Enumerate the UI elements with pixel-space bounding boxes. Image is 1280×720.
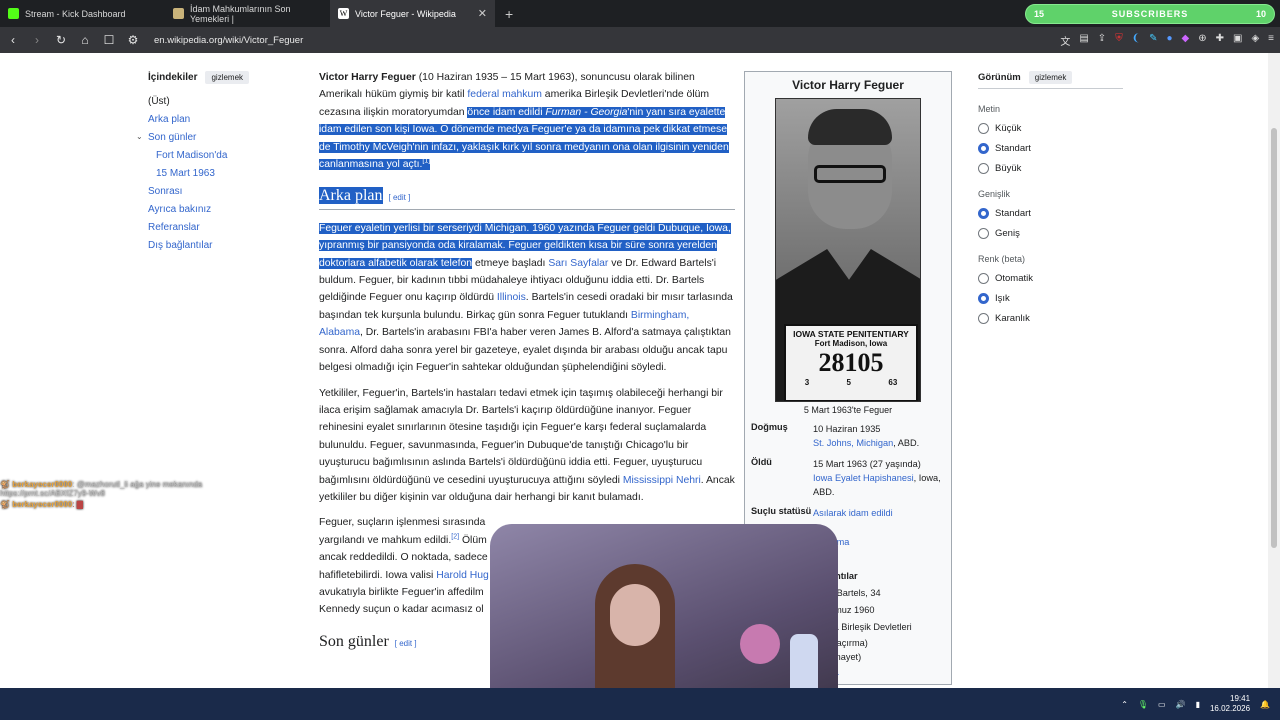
toc-item-arka-plan[interactable]: Arka plan	[148, 114, 298, 125]
scrollbar-thumb[interactable]	[1271, 128, 1277, 548]
toc-item-sonrasi[interactable]: Sonrası	[148, 186, 298, 197]
extension-icon[interactable]: ◆	[1182, 33, 1190, 48]
heading-arka-plan: Arka plan[ edit ]	[319, 187, 735, 210]
radio-icon	[978, 163, 989, 174]
color-dark[interactable]: Karanlık	[978, 313, 1123, 324]
chat-message: 🐒 berkayecer0000: @mazhorutl_li ağa yine…	[0, 480, 203, 498]
tab-idam[interactable]: İdam Mahkumlarının Son Yemekleri |	[165, 0, 330, 27]
extensions: 文 ▤ ⇪ ⛨ ❨ ✎ ● ◆ ⊕ ✚ ▣ ◈ ≡	[1060, 33, 1274, 48]
infobox-row-died: Öldü 15 Mart 1963 (27 yaşında) Iowa Eyalet…	[751, 457, 941, 497]
toc-item-top[interactable]: (Üst)	[148, 96, 298, 107]
link-illinois[interactable]: Illinois	[497, 292, 526, 303]
link-sari-sayfalar[interactable]: Sarı Sayfalar	[548, 258, 608, 269]
sidebar-icon[interactable]: ▣	[1233, 33, 1242, 48]
radio-icon	[978, 228, 989, 239]
menu-icon[interactable]: ≡	[1268, 33, 1274, 48]
link-federal-mahkum[interactable]: federal mahkum	[467, 89, 542, 100]
stream-chat-overlay: 🐒 berkayecer0000: @mazhorutl_li ağa yine…	[0, 480, 240, 511]
reader-icon[interactable]: ▤	[1079, 33, 1088, 48]
extension-icon[interactable]: ❨	[1132, 33, 1140, 48]
toc-item-15-mart[interactable]: 15 Mart 1963	[148, 168, 298, 179]
close-tab-icon[interactable]: ✕	[478, 7, 487, 20]
address-bar: ‹ › ↻ ⌂ ☐ ⚙ en.wikipedia.org/wiki/Victor…	[0, 27, 1280, 53]
site-info-icon[interactable]: ⚙	[126, 33, 140, 47]
network-icon[interactable]: ▭	[1158, 700, 1166, 709]
subscribers-goal-bar: 15 SUBSCRIBERS 10	[1025, 4, 1275, 24]
infobox-row-status: Suçlu statüsü Asılarak idam edildi	[751, 506, 893, 518]
page-icon	[173, 8, 184, 19]
toc-hide-button[interactable]: gizlemek	[205, 71, 250, 84]
link-mississippi[interactable]: Mississippi Nehri	[623, 475, 701, 486]
back-icon[interactable]: ‹	[6, 33, 20, 47]
translate-icon[interactable]: 文	[1060, 33, 1070, 48]
url-input[interactable]: en.wikipedia.org/wiki/Victor_Feguer	[154, 35, 303, 46]
forward-icon[interactable]: ›	[30, 33, 44, 47]
width-standard[interactable]: Standart	[978, 208, 1123, 219]
toc-item-fort-madison[interactable]: Fort Madison'da	[148, 150, 298, 161]
paragraph-background: Feguer eyaletin yerlisi bir serseriydi M…	[319, 222, 733, 374]
chat-message: 🐒 berkayecer0000: ▇	[0, 500, 83, 509]
link-harold-hughes[interactable]: Harold Hug	[436, 570, 489, 581]
share-icon[interactable]: ⇪	[1098, 33, 1106, 48]
kick-icon	[8, 8, 19, 19]
color-automatic[interactable]: Otomatik	[978, 273, 1123, 284]
appearance-hide-button[interactable]: gizlemek	[1028, 71, 1073, 84]
extension-icon[interactable]: ●	[1166, 33, 1172, 48]
bookmark-icon[interactable]: ☐	[102, 33, 116, 47]
radio-icon	[978, 123, 989, 134]
toc-title: İçindekiler	[148, 72, 198, 83]
text-size-standard[interactable]: Standart	[978, 143, 1123, 154]
home-icon[interactable]: ⌂	[78, 33, 92, 47]
volume-icon[interactable]: 🔊	[1176, 700, 1186, 709]
infobox-row-born: Doğmuş 10 Haziran 1935 St. Johns, Michigan…	[751, 422, 920, 448]
text-size-large[interactable]: Büyük	[978, 163, 1123, 174]
appearance-panel: Görünüm gizlemek Metin Küçük Standart Büy…	[978, 71, 1123, 324]
width-wide[interactable]: Geniş	[978, 228, 1123, 239]
vpn-icon[interactable]: ◈	[1251, 33, 1259, 48]
paragraph-intro: Victor Harry Feguer (10 Haziran 1935 – 1…	[319, 72, 729, 171]
infobox-partial-text: rılma rıntılar d Bartels, 34 nmuz 1960 k…	[829, 537, 912, 677]
image-caption: 5 Mart 1963'te Feguer	[803, 405, 893, 415]
color-light[interactable]: Işık	[978, 293, 1123, 304]
new-tab-button[interactable]: +	[495, 0, 523, 27]
wikipedia-icon: W	[338, 8, 349, 19]
shield-icon[interactable]: ⛨	[1115, 33, 1123, 48]
tab-wikipedia[interactable]: W Victor Feguer - Wikipedia ✕	[330, 0, 495, 27]
toc-item-referanslar[interactable]: Referanslar	[148, 222, 298, 233]
puzzle-icon[interactable]: ✚	[1216, 33, 1224, 48]
prison-placard: IOWA STATE PENITENTIARY Fort Madison, Io…	[784, 324, 918, 401]
text-size-small[interactable]: Küçük	[978, 123, 1123, 134]
chevron-down-icon[interactable]: ⌄	[136, 132, 143, 141]
radio-selected-icon	[978, 143, 989, 154]
battery-icon[interactable]: ▮	[1196, 700, 1200, 709]
mic-icon[interactable]: 🎙	[1138, 700, 1148, 709]
radio-icon	[978, 273, 989, 284]
scrollbar[interactable]	[1268, 53, 1280, 688]
toc-item-dis[interactable]: Dış bağlantılar	[148, 240, 298, 251]
taskbar: ⌃ 🎙 ▭ 🔊 ▮ 19:41 16.02.2026 🔔	[0, 688, 1280, 720]
edit-link[interactable]: [ edit ]	[395, 639, 417, 648]
reload-icon[interactable]: ↻	[54, 33, 68, 47]
extension-icon[interactable]: ✎	[1149, 33, 1157, 48]
infobox-title: Victor Harry Feguer	[792, 78, 904, 92]
tab-kick[interactable]: Stream - Kick Dashboard	[0, 0, 165, 27]
radio-selected-icon	[978, 293, 989, 304]
table-of-contents: İçindekiler gizlemek (Üst) Arka plan ⌄ Son…	[136, 71, 298, 251]
clock[interactable]: 19:41 16.02.2026	[1210, 694, 1250, 714]
mugshot-image[interactable]: IOWA STATE PENITENTIARY Fort Madison, Io…	[775, 98, 921, 402]
toc-item-ayrica[interactable]: Ayrıca bakınız	[148, 204, 298, 215]
paragraph-authorities: Yetkililer, Feguer'in, Bartels'in hastal…	[319, 387, 735, 503]
extension-icon[interactable]: ⊕	[1198, 33, 1206, 48]
notification-icon[interactable]: 🔔	[1260, 700, 1270, 709]
edit-link[interactable]: [ edit ]	[389, 193, 411, 202]
radio-icon	[978, 313, 989, 324]
radio-selected-icon	[978, 208, 989, 219]
toc-item-son-gunler[interactable]: ⌄ Son günler	[136, 132, 298, 143]
chevron-up-icon[interactable]: ⌃	[1121, 700, 1128, 709]
